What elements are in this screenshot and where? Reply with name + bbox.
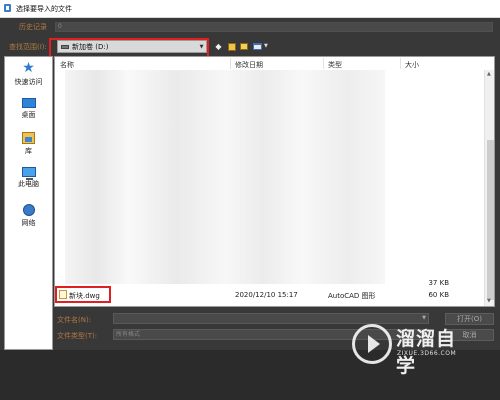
places-bar: ★ 快速访问 桌面 库 此电脑 网络 (4, 56, 53, 350)
star-icon: ★ (22, 60, 35, 76)
place-label: 快速访问 (14, 78, 43, 86)
column-header-type[interactable]: 类型 (328, 60, 342, 70)
views-dropdown-icon[interactable]: ▼ (264, 41, 268, 52)
highlight-box-file (55, 286, 111, 303)
place-label: 库 (25, 147, 32, 155)
file-type: AutoCAD 图形 (328, 292, 376, 300)
scroll-down-icon[interactable]: ▼ (487, 298, 491, 304)
place-this-pc[interactable]: 此电脑 (5, 167, 52, 189)
app-icon (4, 4, 12, 13)
history-field[interactable]: 0 (55, 22, 493, 32)
column-separator[interactable] (400, 58, 401, 69)
new-folder-icon (239, 43, 248, 50)
lookin-label: 查找范围(I): (9, 43, 47, 51)
filetype-label: 文件类型(T): (57, 332, 98, 340)
watermark-url: ZIXUE.3D66.COM (397, 350, 457, 357)
place-desktop[interactable]: 桌面 (5, 98, 52, 120)
file-size: 60 KB (428, 291, 449, 299)
filename-label: 文件名(N): (57, 316, 92, 324)
filetype-value: 所有格式 (116, 331, 141, 338)
vertical-scrollbar[interactable]: ▲ ▼ (484, 70, 494, 306)
blurred-file-rows (65, 70, 385, 284)
watermark: 溜溜自学 ZIXUE.3D66.COM (352, 322, 474, 388)
window-title: 选择要导入的文件 (16, 4, 72, 13)
back-button[interactable]: ◆ (213, 41, 224, 52)
file-size: 37 KB (428, 279, 449, 287)
file-list[interactable]: 名称 修改日期 类型 大小 37 KB 新块.dwg 2020/12/10 15… (54, 56, 495, 307)
place-library[interactable]: 库 (5, 132, 52, 156)
library-icon (22, 132, 35, 144)
column-separator[interactable] (230, 58, 231, 69)
place-label: 桌面 (21, 111, 36, 119)
place-quick-access[interactable]: ★ 快速访问 (5, 61, 52, 87)
up-folder-button[interactable] (226, 41, 237, 52)
back-arrow-icon: ◆ (215, 42, 222, 51)
column-separator[interactable] (323, 58, 324, 69)
column-header-name[interactable]: 名称 (60, 60, 74, 70)
views-icon (253, 43, 262, 50)
network-icon (22, 204, 35, 216)
title-bar: 选择要导入的文件 (0, 0, 500, 18)
history-value: 0 (58, 23, 62, 30)
up-folder-icon (227, 42, 236, 51)
place-label: 此电脑 (18, 180, 39, 188)
scrollbar-thumb[interactable] (487, 140, 494, 300)
new-folder-button[interactable] (238, 41, 249, 52)
file-date: 2020/12/10 15:17 (235, 291, 298, 299)
play-logo-icon (352, 324, 392, 364)
place-network[interactable]: 网络 (5, 204, 52, 228)
views-button[interactable] (252, 41, 263, 52)
column-header-size[interactable]: 大小 (405, 60, 419, 70)
place-label: 网络 (21, 219, 36, 227)
desktop-icon (21, 98, 36, 108)
column-header-date[interactable]: 修改日期 (235, 60, 263, 70)
scroll-up-icon[interactable]: ▲ (487, 71, 491, 77)
computer-icon (21, 167, 36, 180)
history-label: 历史记录 (19, 23, 47, 31)
